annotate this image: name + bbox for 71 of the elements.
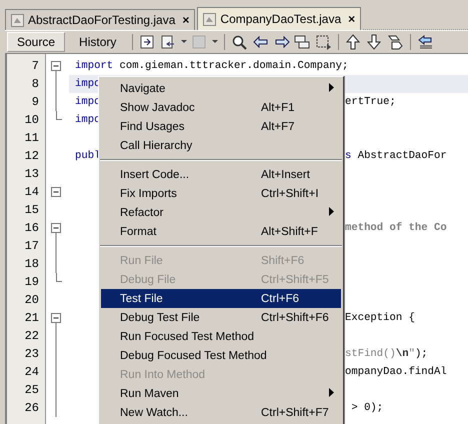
file-icon (203, 12, 216, 26)
code-text: stFind()\n"); (345, 348, 428, 360)
stacked-boxes-icon[interactable] (294, 34, 312, 50)
line-number: 13 (24, 167, 40, 181)
file-icon (11, 14, 24, 26)
line-number: 14 (24, 185, 40, 199)
up-arrow-icon[interactable] (345, 34, 362, 50)
line-number: 25 (24, 383, 40, 397)
menu-item[interactable]: Find Usages Alt+F7 (101, 117, 341, 136)
code-text: method of the Co (345, 222, 447, 234)
shortcut-text: Alt+F1 (261, 102, 296, 114)
menu-item[interactable]: Run Maven (101, 384, 341, 403)
shortcut-text: Shift+F6 (261, 254, 306, 266)
shortcut-text: Ctrl+F6 (261, 292, 300, 304)
menu-item[interactable]: Insert Code... Alt+Insert (101, 165, 341, 184)
menu-item[interactable]: Format Alt+Shift+F (101, 222, 341, 241)
line-number: 21 (24, 311, 40, 325)
menu-item[interactable]: Show Javadoc Alt+F1 (101, 98, 341, 117)
right-arrow-icon[interactable] (273, 34, 290, 50)
line-number: 16 (24, 221, 40, 235)
menu-item[interactable]: Run Focused Test Method (101, 327, 341, 346)
tags-icon[interactable] (387, 34, 404, 50)
shortcut-text: Ctrl+Shift+I (261, 188, 320, 200)
line-number: 11 (24, 131, 40, 145)
code-text: import com.gieman.tttracker.domain.Company; (75, 60, 348, 72)
code-text: ompanyDao.findAl (345, 366, 447, 378)
back-icon[interactable] (139, 34, 156, 50)
menu-item[interactable]: Refactor (101, 203, 341, 222)
shortcut-text: Alt+Insert (261, 168, 311, 180)
code-text: s AbstractDaoFor (345, 150, 447, 162)
shortcut-text: Ctrl+Shift+F7 (261, 406, 329, 418)
line-number: 9 (30, 95, 40, 109)
shortcut-text: Alt+F7 (261, 120, 296, 132)
menu-item[interactable]: Call Hierarchy (101, 136, 341, 155)
line-number: 10 (24, 113, 40, 127)
code-text: publ (75, 150, 100, 162)
code-text: Exception { (345, 312, 415, 324)
shortcut-text: Ctrl+Shift+F6 (261, 312, 329, 324)
line-number: 26 (24, 401, 40, 415)
line-number: 20 (24, 293, 40, 307)
code-text: > 0); (350, 402, 384, 414)
line-number: 19 (24, 275, 40, 289)
line-number: 18 (24, 257, 40, 271)
shortcut-text: Ctrl+Shift+F5 (261, 274, 329, 286)
editor-tab[interactable]: AbstractDaoForTesting.java × (5, 9, 196, 30)
line-number: 23 (24, 347, 40, 361)
shift-left-icon[interactable] (417, 34, 434, 50)
view-tab[interactable]: History (69, 32, 126, 52)
selection-icon[interactable] (315, 34, 332, 50)
line-number: 15 (24, 203, 40, 217)
close-icon[interactable]: × (348, 12, 356, 26)
menu-item[interactable]: Test File Ctrl+F6 (101, 289, 341, 308)
close-icon[interactable]: × (182, 13, 190, 27)
menu-item[interactable]: Debug Test File Ctrl+Shift+F6 (101, 308, 341, 327)
line-number: 22 (24, 329, 40, 343)
line-number: 8 (30, 77, 40, 91)
editor-tab[interactable]: CompanyDaoTest.java × (197, 7, 362, 30)
view-tab[interactable]: Source (7, 32, 66, 52)
menu-item[interactable]: Navigate (101, 79, 341, 98)
line-number: 7 (30, 59, 40, 73)
left-arrow-icon[interactable] (252, 34, 270, 50)
menu-item[interactable]: New Watch... Ctrl+Shift+F7 (101, 403, 341, 422)
search-icon[interactable] (231, 34, 248, 50)
menu-item[interactable]: Fix Imports Ctrl+Shift+I (101, 184, 341, 203)
down-arrow-icon[interactable] (366, 34, 384, 50)
code-text: ertTrue; (345, 96, 396, 108)
shortcut-text: Alt+Shift+F (261, 226, 319, 238)
line-number: 12 (24, 149, 40, 163)
line-number: 17 (24, 239, 40, 253)
menu-item[interactable]: Debug Focused Test Method (101, 346, 341, 365)
line-number: 24 (24, 365, 40, 379)
